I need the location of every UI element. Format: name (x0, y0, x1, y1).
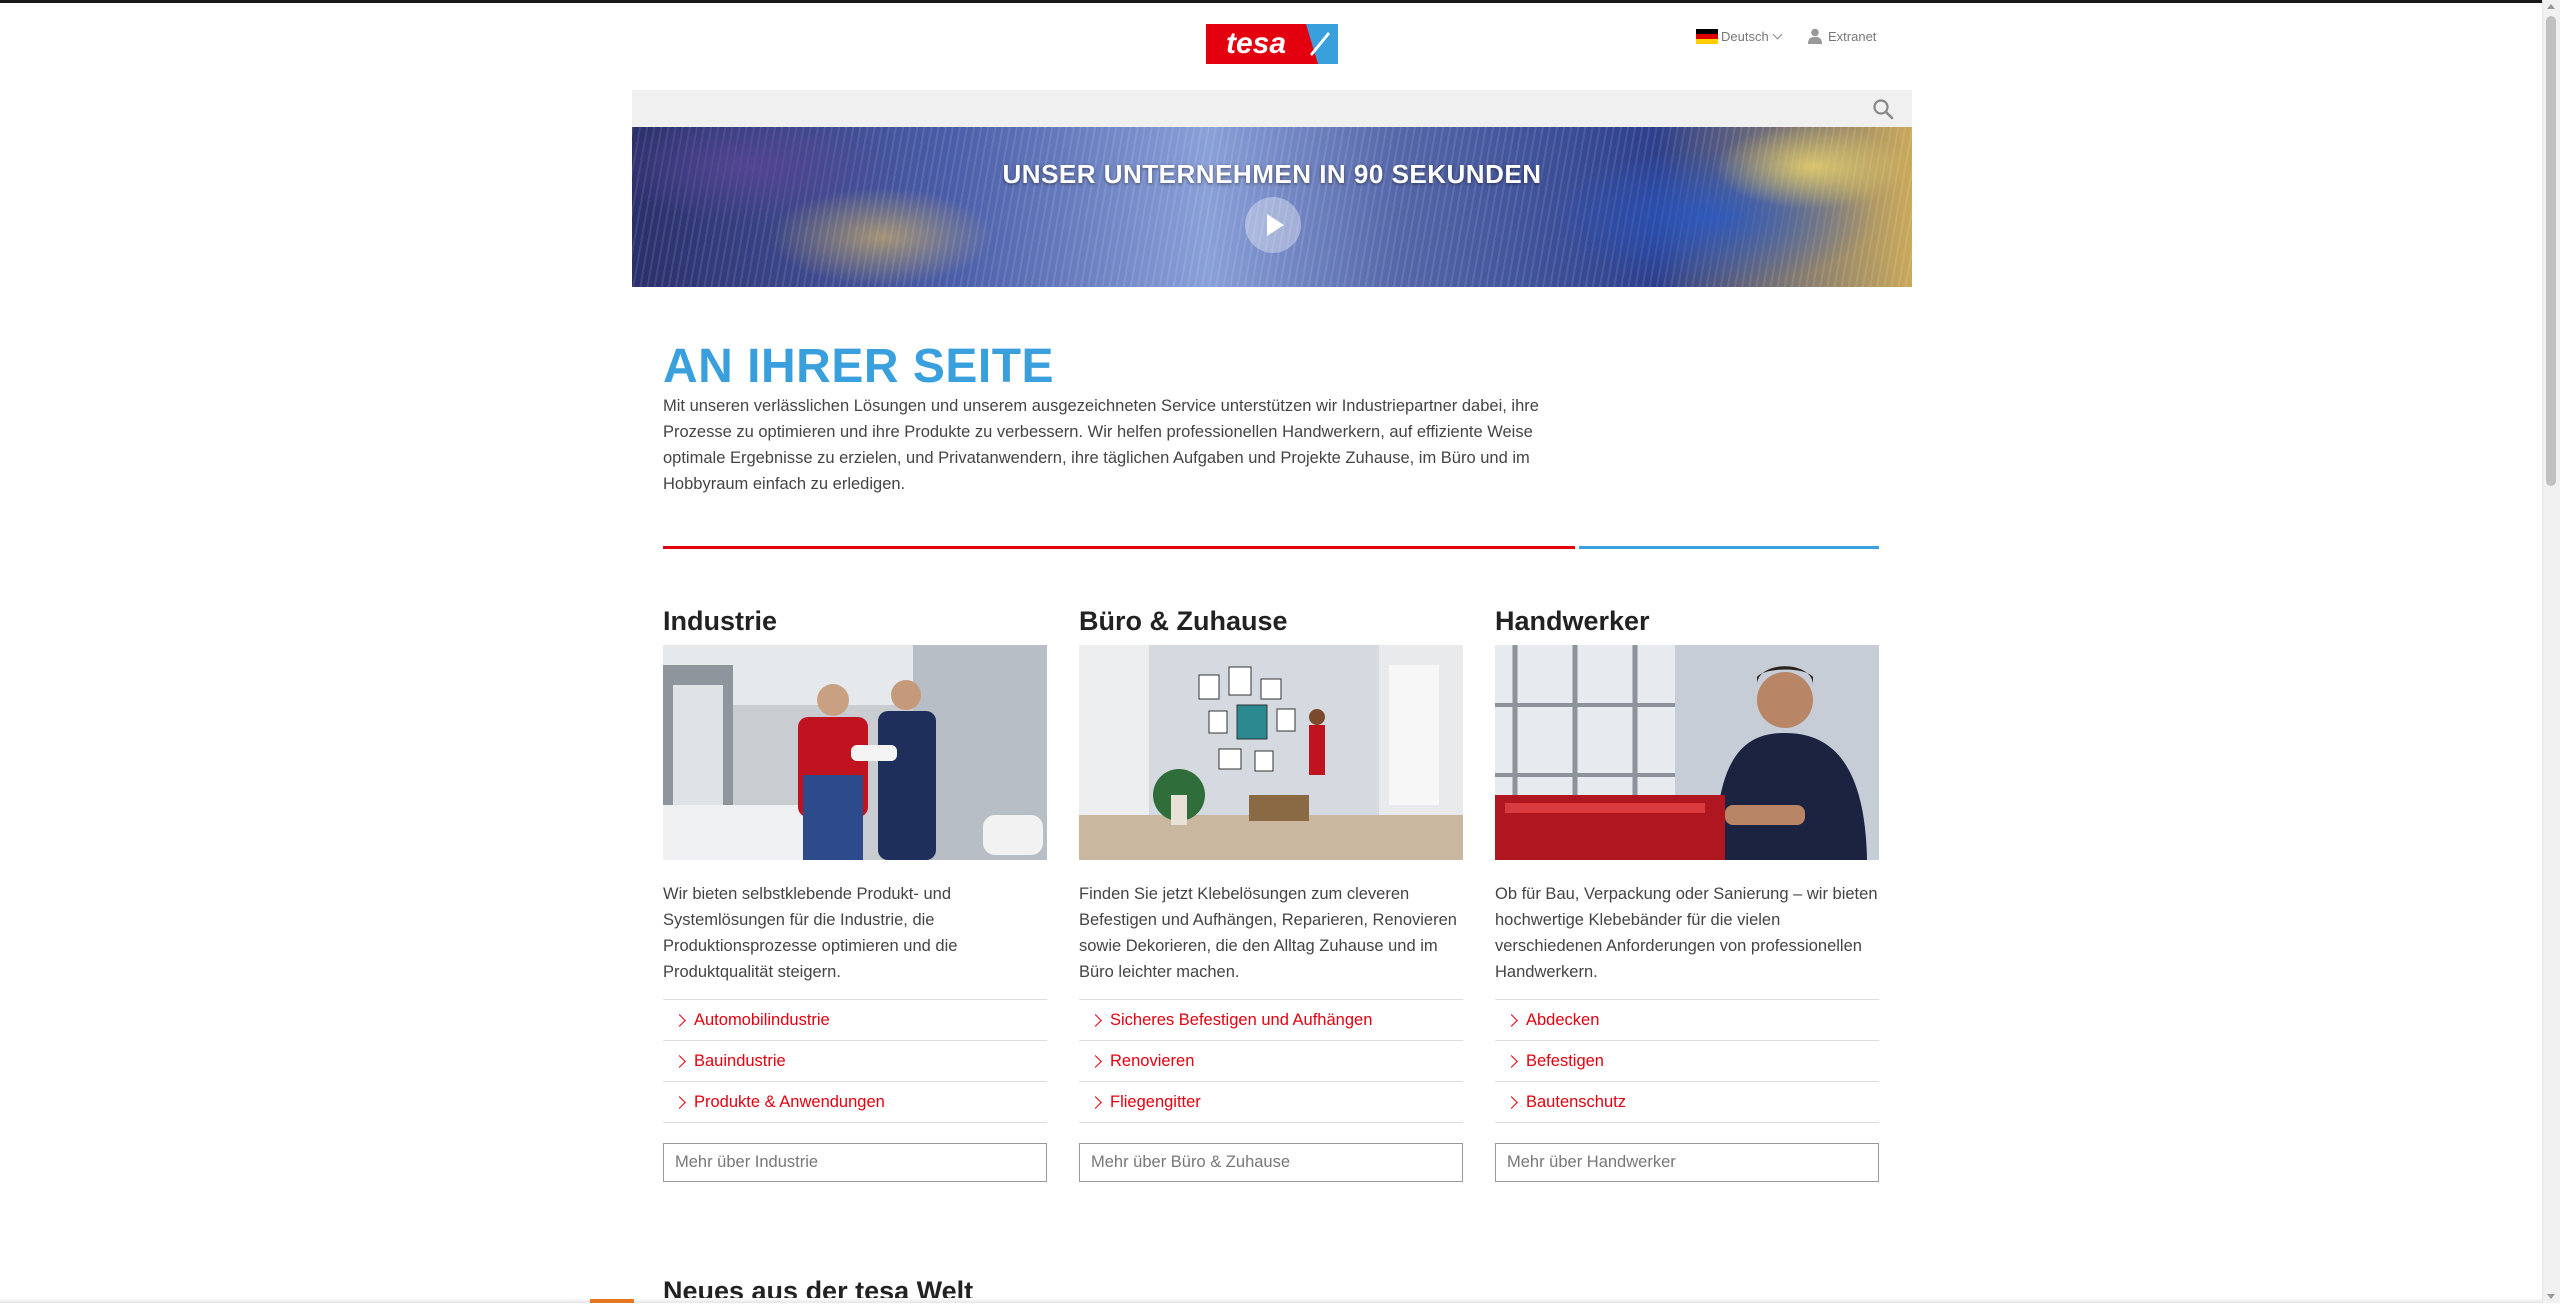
link-sicheres-befestigen[interactable]: Sicheres Befestigen und Aufhängen (1079, 1000, 1463, 1041)
chevron-right-icon (673, 1095, 686, 1109)
intro-text: Mit unseren verlässlichen Lösungen und u… (663, 397, 1539, 493)
more-handwerker-button[interactable]: Mehr über Handwerker (1495, 1143, 1879, 1182)
language-label: Deutsch (1721, 28, 1769, 44)
chevron-right-icon (1505, 1054, 1518, 1068)
link-label: Produkte & Anwendungen (694, 1092, 885, 1111)
extranet-label: Extranet (1828, 28, 1877, 44)
user-icon (1808, 28, 1822, 44)
hero-title: UNSER UNTERNEHMEN IN 90 SEKUNDEN (1002, 159, 1542, 189)
column-title: Handwerker (1495, 606, 1650, 636)
handwerker-image[interactable] (1495, 645, 1879, 860)
column-links: Sicheres Befestigen und Aufhängen Renovi… (1079, 999, 1463, 1123)
column-handwerker: Handwerker Ob für Bau, Verpackung oder S… (1495, 600, 1879, 1182)
partial-orange-element (590, 1299, 634, 1303)
chevron-right-icon (1505, 1095, 1518, 1109)
intro-title: AN IHRER SEITE (663, 340, 1055, 393)
tesa-logo[interactable]: tesa (1206, 24, 1338, 64)
link-label: Automobilindustrie (694, 1010, 830, 1029)
play-button[interactable] (1245, 197, 1301, 253)
chevron-right-icon (1089, 1095, 1102, 1109)
chevron-right-icon (673, 1013, 686, 1027)
divider-red (663, 546, 1575, 549)
column-links: Automobilindustrie Bauindustrie Produkte… (663, 999, 1047, 1123)
vertical-scrollbar[interactable] (2542, 0, 2560, 1303)
column-text: Ob für Bau, Verpackung oder Sanierung – … (1495, 885, 1878, 981)
extranet-link[interactable]: Extranet (1808, 26, 1876, 46)
link-produkte-anwendungen[interactable]: Produkte & Anwendungen (663, 1082, 1047, 1123)
chevron-right-icon (673, 1054, 686, 1068)
language-selector[interactable]: Deutsch (1696, 26, 1783, 46)
more-buero-zuhause-button[interactable]: Mehr über Büro & Zuhause (1079, 1143, 1463, 1182)
link-label: Abdecken (1526, 1010, 1600, 1029)
link-label: Bautenschutz (1526, 1092, 1626, 1111)
hero-video-banner[interactable]: UNSER UNTERNEHMEN IN 90 SEKUNDEN (632, 127, 1912, 287)
play-icon (1267, 214, 1284, 236)
viewport-bottom-edge (0, 1298, 2543, 1303)
svg-text:tesa: tesa (1226, 27, 1286, 60)
column-links: Abdecken Befestigen Bautenschutz (1495, 999, 1879, 1123)
link-label: Bauindustrie (694, 1051, 786, 1070)
browser-top-border (0, 0, 2560, 3)
column-text: Finden Sie jetzt Klebelösungen zum cleve… (1079, 885, 1457, 981)
search-bar (632, 90, 1912, 127)
divider-blue (1579, 546, 1879, 549)
search-icon[interactable] (1872, 98, 1894, 120)
german-flag-icon (1696, 28, 1718, 44)
link-automobilindustrie[interactable]: Automobilindustrie (663, 1000, 1047, 1041)
link-befestigen[interactable]: Befestigen (1495, 1041, 1879, 1082)
industrie-image[interactable] (663, 645, 1047, 860)
link-abdecken[interactable]: Abdecken (1495, 1000, 1879, 1041)
column-text: Wir bieten selbstklebende Produkt- und S… (663, 885, 958, 981)
link-label: Sicheres Befestigen und Aufhängen (1110, 1010, 1373, 1029)
link-bauindustrie[interactable]: Bauindustrie (663, 1041, 1047, 1082)
chevron-right-icon (1505, 1013, 1518, 1027)
chevron-right-icon (1089, 1054, 1102, 1068)
link-label: Befestigen (1526, 1051, 1604, 1070)
scroll-down-arrow-icon[interactable] (2547, 1294, 2555, 1299)
link-label: Fliegengitter (1110, 1092, 1201, 1111)
column-title: Büro & Zuhause (1079, 606, 1288, 636)
search-input[interactable] (632, 90, 1852, 127)
link-bautenschutz[interactable]: Bautenschutz (1495, 1082, 1879, 1123)
chevron-down-icon (1772, 29, 1783, 39)
column-buero-zuhause: Büro & Zuhause Finden Sie jetzt Klebelös… (1079, 600, 1463, 1182)
column-title: Industrie (663, 606, 778, 636)
column-industrie: Industrie Wir bieten selbstklebende Prod… (663, 600, 1047, 1182)
chevron-right-icon (1089, 1013, 1102, 1027)
link-fliegengitter[interactable]: Fliegengitter (1079, 1082, 1463, 1123)
link-label: Renovieren (1110, 1051, 1195, 1070)
link-renovieren[interactable]: Renovieren (1079, 1041, 1463, 1082)
scroll-up-arrow-icon[interactable] (2547, 4, 2555, 9)
scrollbar-thumb[interactable] (2546, 16, 2556, 486)
more-industrie-button[interactable]: Mehr über Industrie (663, 1143, 1047, 1182)
buero-zuhause-image[interactable] (1079, 645, 1463, 860)
